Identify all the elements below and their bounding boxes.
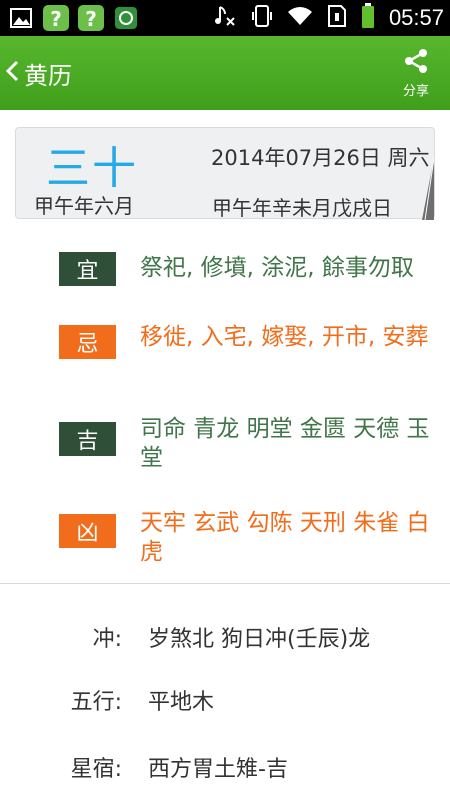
help-app-icon: ? — [76, 3, 106, 33]
ji-shen-text: 司命 青龙 明堂 金匮 天德 玉堂 — [140, 416, 430, 471]
wifi-icon — [287, 5, 313, 31]
yi-text: 祭祀, 修墳, 涂泥, 餘事勿取 — [140, 255, 414, 281]
share-button[interactable]: 分享 — [396, 48, 436, 99]
lunar-month: 甲午年六月 — [34, 194, 134, 218]
chong-label: 冲: — [92, 627, 122, 652]
image-icon — [6, 3, 36, 33]
wuxing-value: 平地木 — [148, 690, 215, 715]
vibrate-icon — [251, 4, 273, 32]
date-card[interactable]: 三十 甲午年六月 2014年07月26日 周六 甲午年辛未月戊戌日 — [15, 127, 435, 220]
ji-text: 移徙, 入宅, 嫁娶, 开市, 安葬 — [140, 324, 429, 350]
title-bar: 黄历 分享 — [0, 36, 450, 110]
chong-value: 岁煞北 狗日冲(壬辰)龙 — [148, 627, 371, 652]
music-off-icon — [213, 4, 237, 32]
page-fold-icon — [422, 158, 434, 220]
back-button[interactable]: 黄历 — [4, 52, 72, 94]
ji-badge: 忌 — [59, 325, 116, 359]
divider — [0, 583, 450, 584]
clock: 05:57 — [388, 5, 444, 30]
xingxiu-value: 西方胃土雉-吉 — [148, 757, 288, 782]
svg-text:?: ? — [50, 7, 62, 31]
lunar-day: 三十 — [46, 143, 138, 194]
notification-icons: ? ? — [6, 3, 141, 33]
yi-badge: 宜 — [59, 252, 116, 286]
help-app-icon: ? — [41, 3, 71, 33]
page-title: 黄历 — [24, 61, 72, 90]
xiong-text: 天牢 玄武 勾陈 天刑 朱雀 白虎 — [140, 510, 430, 565]
share-icon — [403, 48, 429, 78]
share-label: 分享 — [402, 84, 429, 99]
ganzhi-date: 甲午年辛未月戊戌日 — [212, 196, 392, 220]
sim-icon — [327, 4, 347, 32]
battery-icon — [361, 3, 375, 33]
svg-text:?: ? — [85, 7, 97, 31]
shield-app-icon — [111, 3, 141, 33]
xingxiu-label: 星宿: — [70, 757, 122, 782]
xiong-badge: 凶 — [59, 514, 116, 548]
status-bar: ? ? 05:57 — [0, 0, 450, 36]
wuxing-label: 五行: — [70, 690, 122, 715]
chevron-left-icon — [4, 59, 20, 87]
ji-shen-badge: 吉 — [59, 422, 116, 456]
system-icons: 05:57 — [213, 0, 444, 36]
solar-date: 2014年07月26日 周六 — [211, 146, 430, 170]
